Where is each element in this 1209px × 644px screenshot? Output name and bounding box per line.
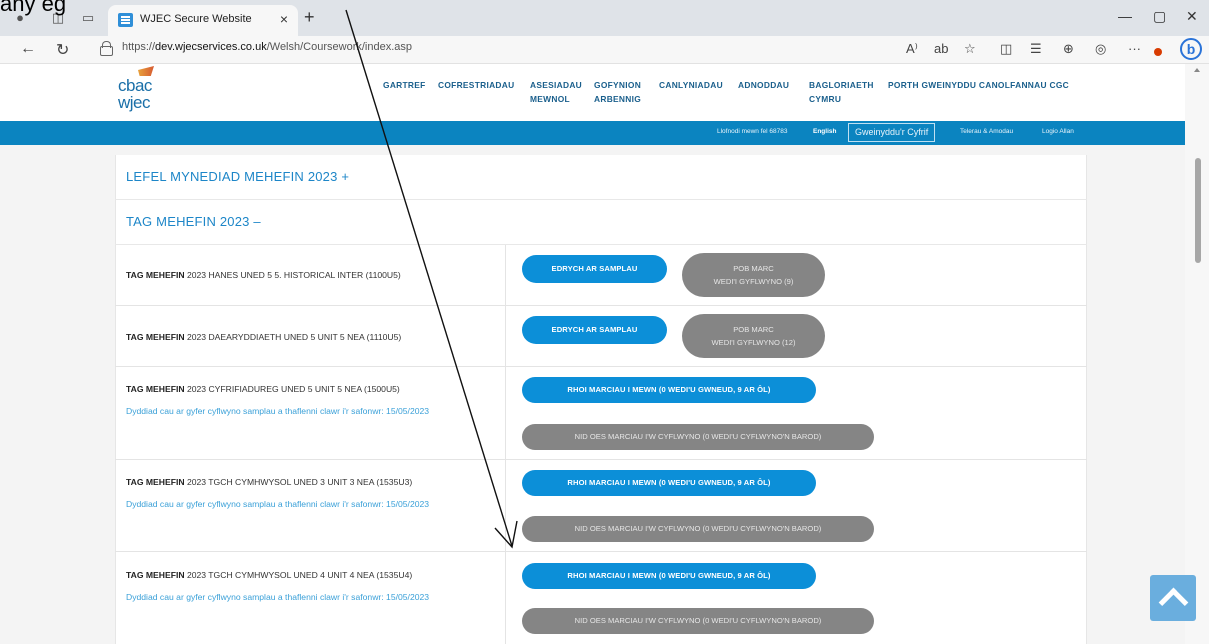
row-title: TAG MEHEFIN 2023 TGCH CYMHWYSOL UNED 3 U…	[126, 477, 413, 487]
nav-porth-gweinyddu[interactable]: PORTH GWEINYDDU CANOLFANNAU CGC	[888, 78, 1069, 92]
split-screen-icon[interactable]: ◫	[1000, 41, 1012, 57]
table-row: TAG MEHEFIN 2023 HANES UNED 5 5. HISTORI…	[115, 245, 1087, 306]
browser-tab[interactable]: WJEC Secure Website ×	[108, 5, 298, 36]
nav-canlyniadau[interactable]: CANLYNIADAU	[659, 78, 723, 92]
enter-marks-button[interactable]: RHOI MARCIAU I MEWN (0 WEDI'U GWNEUD, 9 …	[522, 563, 816, 589]
view-samples-button[interactable]: EDRYCH AR SAMPLAU	[522, 316, 667, 344]
read-aloud-icon[interactable]: A⁾	[906, 41, 918, 57]
section-title: TAG MEHEFIN 2023 –	[126, 214, 261, 229]
minimize-button[interactable]: —	[1118, 8, 1132, 24]
more-menu-icon[interactable]: ···	[1128, 41, 1141, 56]
favorites-icon[interactable]: ☰	[1030, 41, 1042, 57]
logged-in-text: Llofnodi mewn fel 68783	[717, 128, 788, 135]
site-favicon-icon	[118, 13, 133, 27]
deadline-text: Dyddiad cau ar gyfer cyflwyno samplau a …	[126, 406, 430, 416]
no-marks-to-submit-button[interactable]: NID OES MARCIAU I'W CYFLWYNO (0 WEDI'U C…	[522, 424, 874, 450]
address-bar-row: ← ↻ https://dev.wjecservices.co.uk/Welsh…	[0, 36, 1209, 64]
url-text: https://dev.wjecservices.co.uk/Welsh/Cou…	[122, 41, 413, 53]
address-bar[interactable]: https://dev.wjecservices.co.uk/Welsh/Cou…	[100, 39, 880, 59]
browser-tab-strip: ● ◫ ▭ WJEC Secure Website × + — ▢ ✕	[0, 0, 1209, 36]
table-row: TAG MEHEFIN 2023 TGCH CYMHWYSOL UNED 4 U…	[115, 552, 1087, 644]
section-tag-mehefin[interactable]: TAG MEHEFIN 2023 –	[115, 200, 1087, 245]
lock-icon[interactable]	[100, 41, 113, 56]
section-title: LEFEL MYNEDIAD MEHEFIN 2023 +	[126, 169, 350, 184]
row-title: TAG MEHEFIN 2023 DAEARYDDIAETH UNED 5 UN…	[126, 332, 402, 342]
notification-badge-icon	[1154, 48, 1162, 56]
all-marks-submitted-button[interactable]: POB MARC WEDI'I GYFLWYNO (9)	[682, 253, 825, 297]
account-admin-link[interactable]: Gweinyddu'r Cyfrif	[848, 123, 936, 142]
restore-button[interactable]: ▢	[1153, 8, 1166, 25]
translate-icon[interactable]: ab	[934, 41, 948, 56]
enter-marks-button[interactable]: RHOI MARCIAU I MEWN (0 WEDI'U GWNEUD, 9 …	[522, 377, 816, 403]
no-marks-to-submit-button[interactable]: NID OES MARCIAU I'W CYFLWYNO (0 WEDI'U C…	[522, 516, 874, 542]
window-close-button[interactable]: ✕	[1186, 8, 1198, 25]
extension-icon[interactable]: ◎	[1095, 41, 1106, 57]
table-row: TAG MEHEFIN 2023 CYFRIFIADUREG UNED 5 UN…	[115, 367, 1087, 460]
logo-line2: wjec	[118, 93, 151, 112]
table-row: TAG MEHEFIN 2023 TGCH CYMHWYSOL UNED 3 U…	[115, 460, 1087, 552]
row-divider	[505, 552, 506, 644]
no-marks-to-submit-button[interactable]: NID OES MARCIAU I'W CYFLWYNO (0 WEDI'U C…	[522, 608, 874, 634]
row-divider	[505, 245, 506, 305]
row-title: TAG MEHEFIN 2023 HANES UNED 5 5. HISTORI…	[126, 270, 401, 280]
row-title: TAG MEHEFIN 2023 CYFRIFIADUREG UNED 5 UN…	[126, 384, 400, 394]
row-divider	[505, 460, 506, 551]
all-marks-submitted-button[interactable]: POB MARC WEDI'I GYFLWYNO (12)	[682, 314, 825, 358]
nav-gartref[interactable]: GARTREF	[383, 78, 426, 92]
table-row: TAG MEHEFIN 2023 DAEARYDDIAETH UNED 5 UN…	[115, 306, 1087, 367]
view-samples-button[interactable]: EDRYCH AR SAMPLAU	[522, 255, 667, 283]
site-header: cbac wjec GARTREF COFRESTRIADAU ASESIADA…	[0, 64, 1185, 121]
terms-link[interactable]: Telerau & Amodau	[960, 128, 1013, 135]
row-divider	[505, 367, 506, 459]
new-tab-button[interactable]: +	[304, 8, 315, 26]
deadline-text: Dyddiad cau ar gyfer cyflwyno samplau a …	[126, 499, 430, 509]
favorite-star-icon[interactable]: ☆	[964, 41, 976, 57]
deadline-text: Dyddiad cau ar gyfer cyflwyno samplau a …	[126, 592, 430, 602]
refresh-icon[interactable]: ↻	[56, 40, 69, 60]
nav-gofynion-arbennig[interactable]: GOFYNION ARBENNIG	[594, 78, 641, 106]
collections-icon[interactable]: ⊕	[1063, 41, 1074, 57]
nav-cofrestriadau[interactable]: COFRESTRIADAU	[438, 78, 514, 92]
bing-icon[interactable]: b	[1180, 38, 1202, 60]
section-lefel-mynediad[interactable]: LEFEL MYNEDIAD MEHEFIN 2023 +	[115, 155, 1087, 200]
cbac-wjec-logo[interactable]: cbac wjec	[118, 66, 158, 118]
back-icon[interactable]: ←	[20, 40, 36, 58]
nav-asesiadau-mewnol[interactable]: ASESIADAU MEWNOL	[530, 78, 582, 106]
row-divider	[505, 306, 506, 366]
page-scrollbar[interactable]	[1185, 64, 1209, 644]
scrollbar-thumb[interactable]	[1195, 158, 1201, 263]
scroll-up-arrow-icon[interactable]	[1194, 68, 1200, 72]
account-bar: Llofnodi mewn fel 68783 English Gweinydd…	[0, 121, 1185, 145]
annotation-text: any eg	[0, 0, 67, 16]
tab-title: WJEC Secure Website	[140, 13, 252, 25]
tab-close-icon[interactable]: ×	[280, 11, 288, 27]
english-link[interactable]: English	[813, 128, 836, 135]
tab-actions-icon[interactable]: ▭	[80, 10, 96, 26]
logo-flag-icon	[138, 66, 154, 76]
logout-link[interactable]: Logio Allan	[1042, 128, 1074, 135]
nav-adnoddau[interactable]: ADNODDAU	[738, 78, 789, 92]
back-to-top-button[interactable]	[1150, 575, 1196, 621]
row-title: TAG MEHEFIN 2023 TGCH CYMHWYSOL UNED 4 U…	[126, 570, 413, 580]
nav-bagloriaeth-cymru[interactable]: BAGLORIAETH CYMRU	[809, 78, 874, 106]
enter-marks-button[interactable]: RHOI MARCIAU I MEWN (0 WEDI'U GWNEUD, 9 …	[522, 470, 816, 496]
